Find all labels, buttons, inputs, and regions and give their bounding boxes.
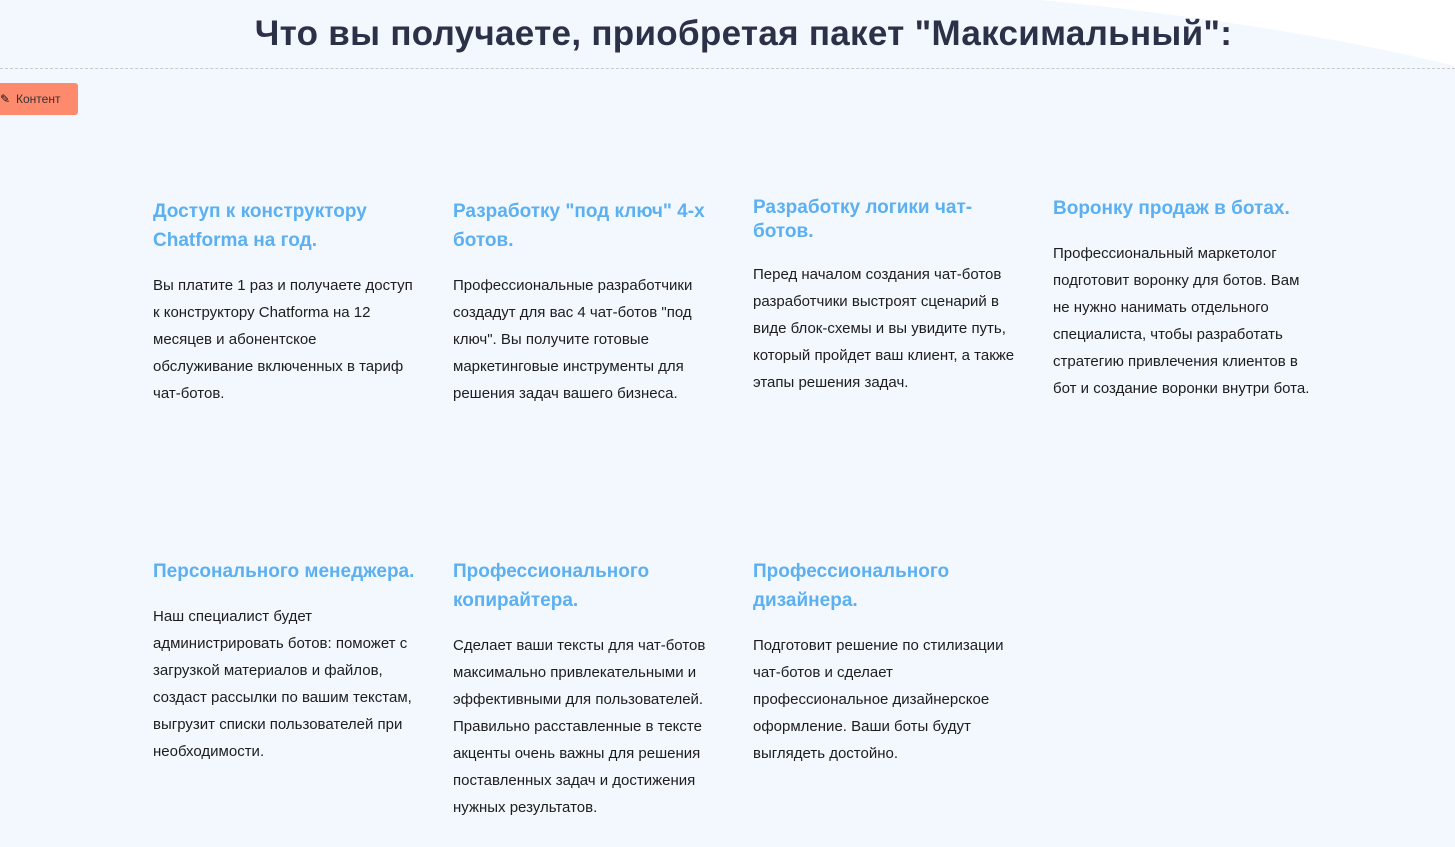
feature-text: Профессиональный маркетолог подготовит в… — [1053, 245, 1310, 397]
feature-text: Подготовит решение по стилизации чат-бот… — [753, 637, 1004, 762]
feature-text: Сделает ваши тексты для чат-ботов максим… — [453, 637, 706, 816]
feature-text: Вы платите 1 раз и получаете доступ к ко… — [153, 277, 413, 402]
pencil-icon: ✎ — [0, 92, 11, 106]
content-button-label: Контент — [16, 92, 61, 106]
feature-card: Профессионального копирайтера. Сделает ва… — [453, 557, 718, 821]
feature-card: Разработку "под ключ" 4-х ботов. Професси… — [453, 197, 718, 407]
feature-title: Разработку логики чат-ботов. — [753, 197, 973, 242]
feature-title: Профессионального копирайтера. — [453, 561, 650, 611]
feature-title: Воронку продаж в ботах. — [1053, 198, 1290, 219]
feature-title: Профессионального дизайнера. — [753, 561, 950, 611]
feature-card: Воронку продаж в ботах. Профессиональный … — [1053, 194, 1318, 402]
feature-card: Доступ к конструктору Chatforma на год. В… — [153, 197, 418, 407]
feature-title: Доступ к конструктору Chatforma на год. — [153, 201, 367, 251]
feature-text: Перед началом создания чат-ботов разрабо… — [753, 266, 1015, 391]
feature-title: Разработку "под ключ" 4-х ботов. — [453, 201, 705, 251]
feature-text: Профессиональные разработчики создадут д… — [453, 277, 693, 402]
page-title: Что вы получаете, приобретая пакет "Макс… — [254, 14, 1233, 53]
divider — [0, 68, 1455, 69]
feature-card: Разработку логики чат-ботов. Перед начало… — [753, 196, 1018, 396]
feature-card: Профессионального дизайнера. Подготовит р… — [753, 557, 1018, 767]
content-button[interactable]: ✎ Контент — [0, 83, 78, 115]
feature-card: Персонального менеджера. Наш специалист б… — [153, 557, 418, 765]
feature-title: Персонального менеджера. — [153, 561, 415, 582]
feature-text: Наш специалист будет администрировать бо… — [153, 608, 412, 760]
